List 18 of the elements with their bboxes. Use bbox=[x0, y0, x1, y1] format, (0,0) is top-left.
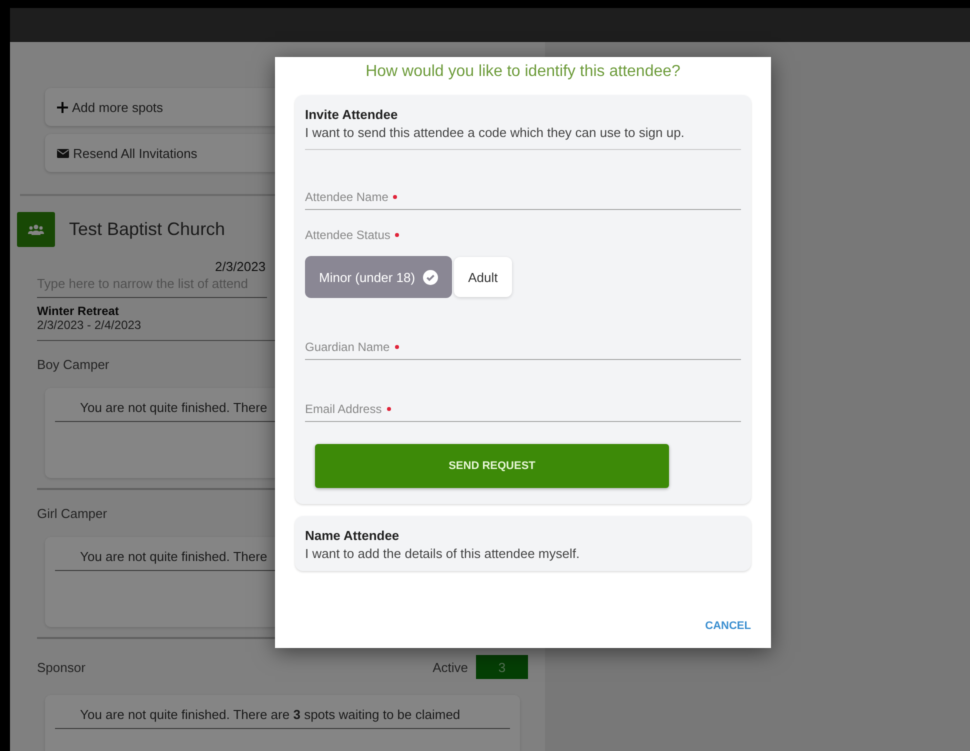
status-label: Active bbox=[432, 660, 468, 674]
option-title: Name Attendee bbox=[305, 528, 400, 543]
option-title: Invite Attendee bbox=[305, 107, 399, 122]
group-name: Test Baptist Church bbox=[69, 219, 226, 240]
dialog-title: How would you like to identify this attendee? bbox=[364, 63, 682, 81]
role-name: Sponsor bbox=[37, 660, 86, 674]
role-name: Girl Camper bbox=[37, 506, 108, 521]
notice-text: You are not quite finished. There are 3 spots waiting to be claimed bbox=[55, 707, 510, 729]
role-name: Boy Camper bbox=[37, 357, 110, 372]
field-label: Email Address bbox=[305, 402, 382, 416]
option-description: I want to send this attendee a code which they can use to sign up. bbox=[305, 122, 741, 150]
event-name: Winter Retreat bbox=[37, 304, 119, 318]
field-label: Guardian Name bbox=[305, 340, 390, 354]
count-badge: 3 bbox=[476, 655, 528, 679]
field-label: Attendee Name bbox=[305, 190, 388, 204]
event-dates: 2/3/2023 - 2/4/2023 bbox=[37, 318, 142, 332]
field-label: Attendee Status bbox=[305, 228, 390, 242]
date-text: 2/3/2023 bbox=[215, 259, 266, 274]
